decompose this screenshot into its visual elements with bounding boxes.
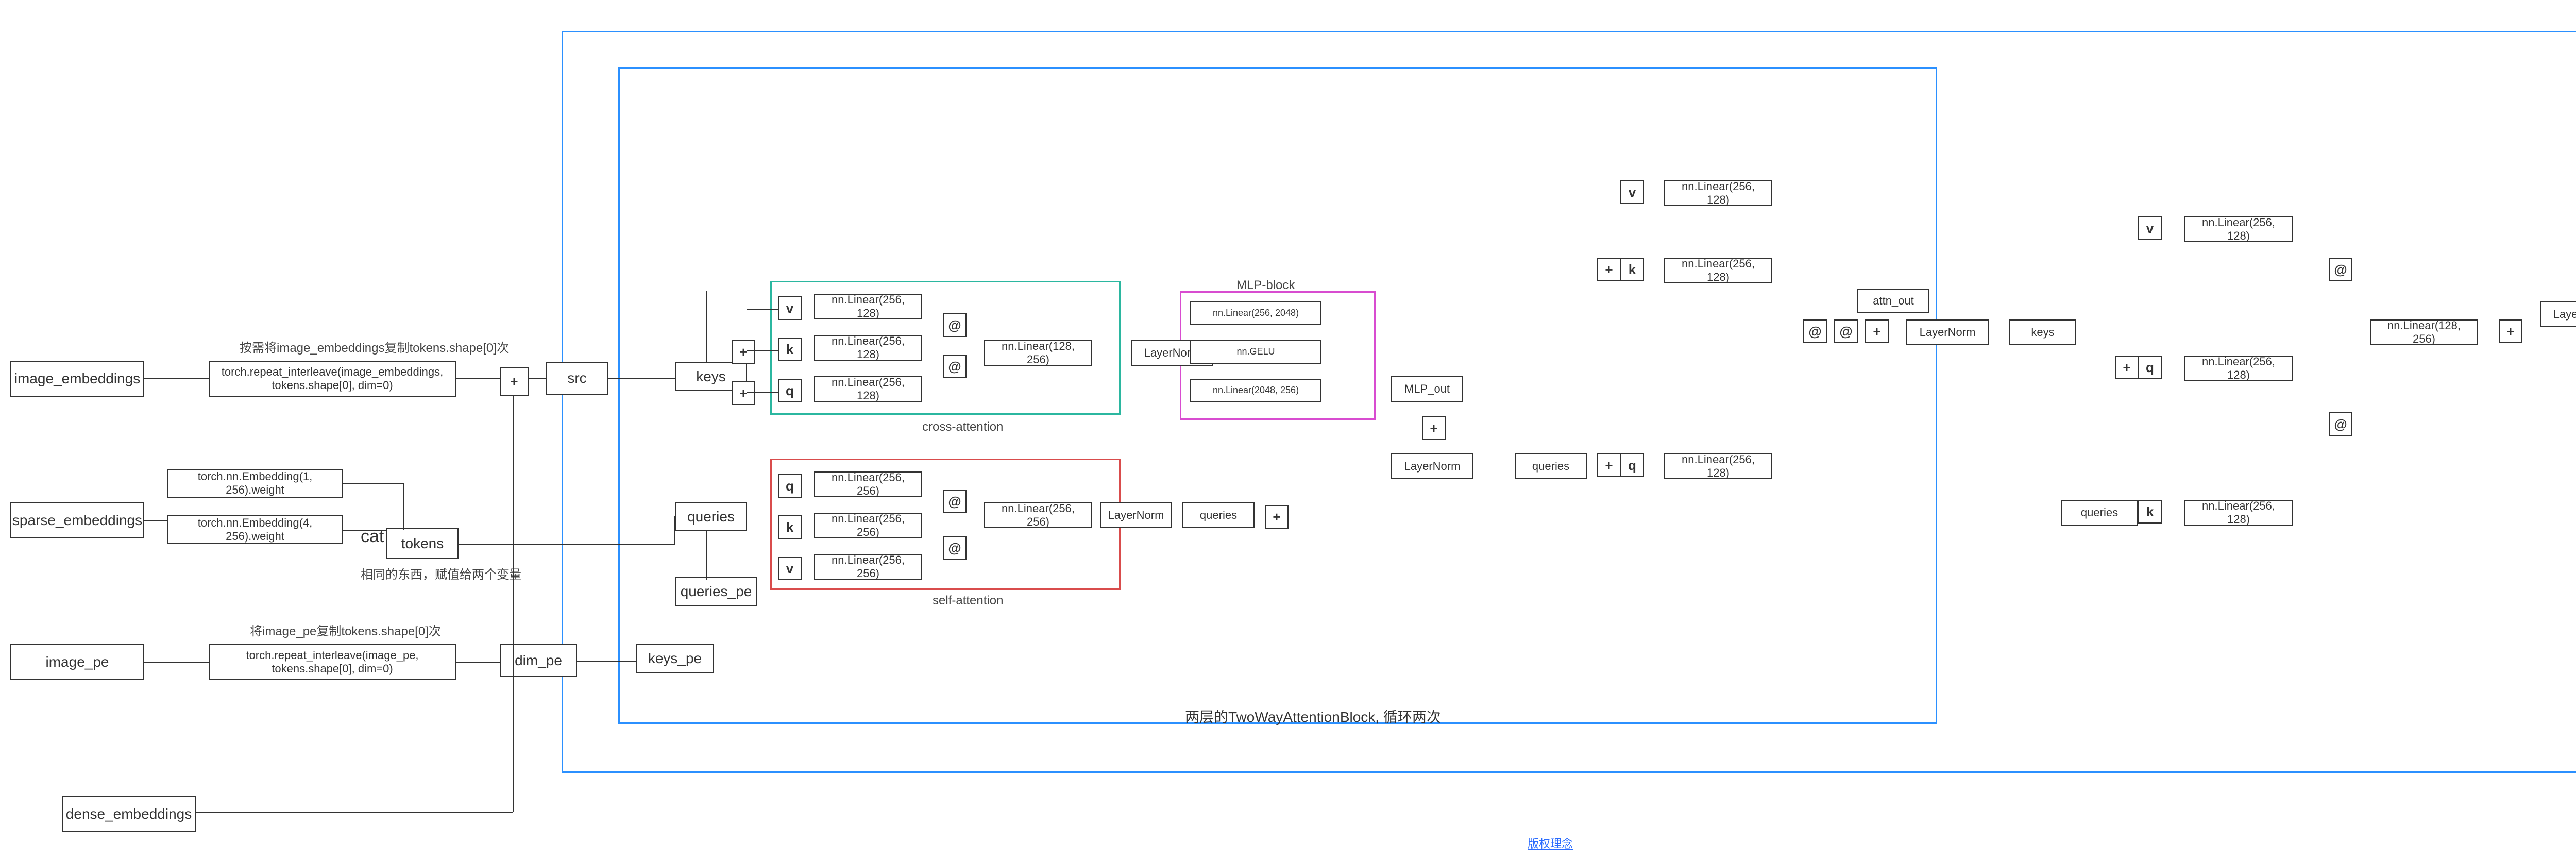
node-xattn-lin-k: nn.Linear(256, 128) (814, 335, 922, 361)
op-xattn-q-label: q (778, 379, 802, 402)
node-upper-lin-q: nn.Linear(256, 128) (1664, 453, 1772, 479)
node-sattn-lin-v: nn.Linear(256, 256) (814, 554, 922, 580)
node-upper-lin-v: nn.Linear(256, 128) (1664, 180, 1772, 206)
node-final-ln: LayerNorm (2540, 301, 2576, 327)
node-emb-mask: torch.nn.Embedding(4, 256).weight (167, 515, 343, 544)
op-deep-qk: @ (2329, 258, 2352, 281)
node-xattn-lin-q: nn.Linear(256, 128) (814, 376, 922, 402)
node-mlp-lin2: nn.Linear(2048, 256) (1190, 379, 1321, 402)
op-upper-qk: @ (1803, 319, 1827, 343)
node-deep-queries: queries (2061, 500, 2138, 526)
op-upper-k: k (1620, 258, 1644, 281)
op-sattn-v-label: v (778, 557, 802, 580)
node-sattn-ln: LayerNorm (1100, 502, 1172, 528)
node-keys-2: keys (2009, 319, 2076, 345)
node-repeat-pe: torch.repeat_interleave(image_pe, tokens… (209, 644, 456, 680)
op-sattn-q-label: q (778, 474, 802, 498)
node-upper-ln: LayerNorm (1906, 319, 1989, 345)
op-sattn-av: @ (943, 536, 967, 560)
node-deep-lin-q: nn.Linear(256, 128) (2184, 356, 2293, 381)
op-xattn-qk: @ (943, 355, 967, 378)
op-plus-upper-k: + (1597, 258, 1621, 281)
op-xattn-av: @ (943, 313, 967, 337)
op-plus-attn-out: + (1865, 319, 1889, 343)
op-sattn-qk: @ (943, 490, 967, 513)
note-repeat-pe: 将image_pe复制tokens.shape[0]次 (250, 621, 441, 639)
op-upper-q: q (1620, 453, 1644, 477)
note-repeat-image: 按需将image_embeddings复制tokens.shape[0]次 (240, 338, 509, 356)
node-sattn-out: nn.Linear(256, 256) (984, 502, 1092, 528)
footer-link[interactable]: 版权理念 (1528, 835, 1573, 851)
op-xattn-v-label: v (778, 296, 802, 320)
op-plus-upper-q: + (1597, 453, 1621, 477)
label-mlp-title: MLP-block (1236, 278, 1295, 293)
node-deep-lin-v: nn.Linear(256, 128) (2184, 216, 2293, 242)
node-mlp-lin1: nn.Linear(256, 2048) (1190, 301, 1321, 325)
op-plus-sattn-out: + (1265, 505, 1289, 529)
node-tokens: tokens (386, 528, 459, 559)
node-sattn-queries: queries (1182, 502, 1255, 528)
node-final-out: nn.Linear(128, 256) (2370, 319, 2478, 345)
node-mlp-ln: LayerNorm (1391, 453, 1473, 479)
node-sattn-lin-k: nn.Linear(256, 256) (814, 513, 922, 538)
node-upper-lin-k: nn.Linear(256, 128) (1664, 258, 1772, 283)
op-plus-mlp: + (1422, 416, 1446, 440)
op-deep-k: k (2138, 500, 2162, 524)
op-upper-av: @ (1834, 319, 1858, 343)
op-xattn-k-label: k (778, 338, 802, 361)
label-block-note: 两层的TwoWayAttentionBlock, 循环两次 (1185, 706, 1441, 727)
op-deep-q: q (2138, 356, 2162, 379)
op-upper-v: v (1620, 180, 1644, 204)
node-emb-iou: torch.nn.Embedding(1, 256).weight (167, 469, 343, 498)
node-mlp-out: MLP_out (1391, 376, 1463, 402)
node-xattn-lin-v: nn.Linear(256, 128) (814, 294, 922, 319)
node-sparse-embeddings: sparse_embeddings (10, 502, 144, 538)
op-plus-src: + (500, 367, 529, 396)
node-mlp-act: nn.GELU (1190, 340, 1321, 364)
node-sattn-lin-q: nn.Linear(256, 256) (814, 471, 922, 497)
op-plus-deep-q: + (2115, 356, 2139, 379)
op-plus-xk: + (732, 340, 755, 364)
node-image-embeddings: image_embeddings (10, 361, 144, 397)
node-keys-pe: keys_pe (636, 644, 714, 673)
node-queries-pe: queries_pe (675, 577, 757, 606)
node-src: src (546, 362, 608, 395)
node-xattn-out: nn.Linear(128, 256) (984, 340, 1092, 366)
op-plus-xq: + (732, 381, 755, 405)
op-sattn-k-label: k (778, 515, 802, 539)
node-queries-2: queries (1515, 453, 1587, 479)
node-image-pe: image_pe (10, 644, 144, 680)
op-deep-av: @ (2329, 412, 2352, 436)
node-queries: queries (675, 502, 747, 531)
note-cat: 相同的东西，赋值给两个变量 (361, 564, 521, 582)
node-dense-embeddings: dense_embeddings (62, 796, 196, 832)
op-plus-final: + (2499, 319, 2522, 343)
node-deep-lin-k: nn.Linear(256, 128) (2184, 500, 2293, 526)
label-sattn: self-attention (933, 594, 1003, 608)
node-attn-out: attn_out (1857, 289, 1929, 313)
node-dim-pe: dim_pe (500, 644, 577, 677)
node-repeat-image: torch.repeat_interleave(image_embeddings… (209, 361, 456, 397)
label-xattn: cross-attention (922, 420, 1003, 434)
op-deep-v: v (2138, 216, 2162, 240)
